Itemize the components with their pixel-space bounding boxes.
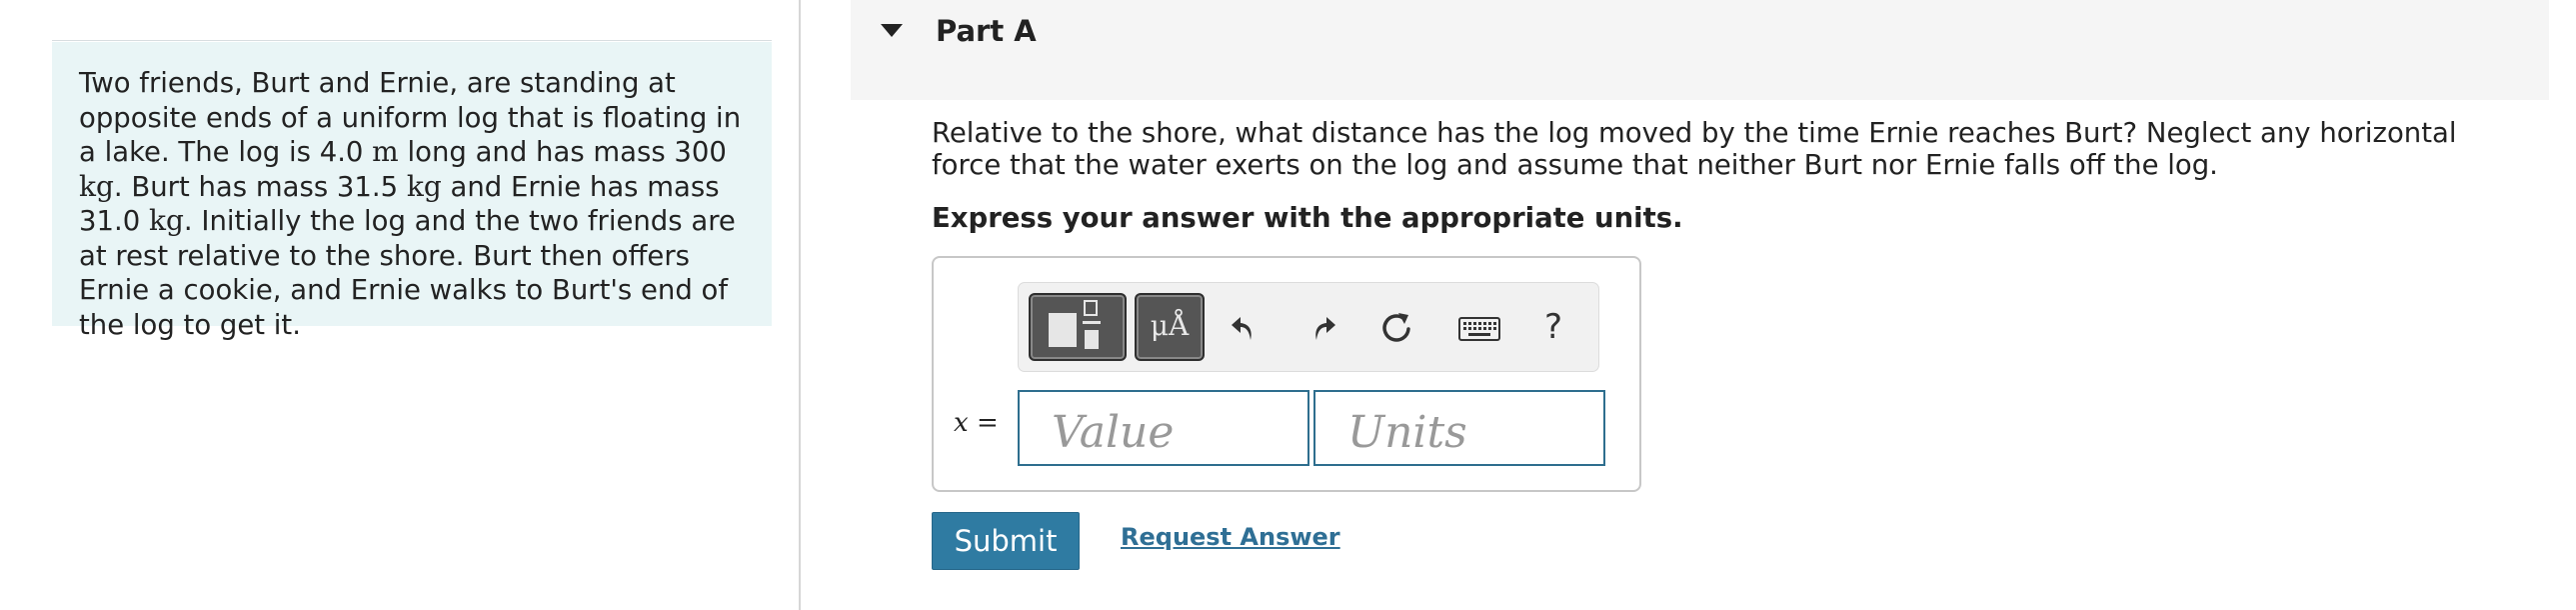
reset-button[interactable] <box>1368 293 1422 361</box>
units-input[interactable] <box>1313 390 1605 466</box>
units-button[interactable]: μÅ <box>1135 293 1205 361</box>
help-button[interactable]: ? <box>1526 293 1580 361</box>
redo-button[interactable] <box>1294 293 1348 361</box>
problem-text-2: long and has mass 300 <box>398 136 727 168</box>
templates-button[interactable] <box>1029 293 1127 361</box>
problem-top-rule <box>52 40 772 41</box>
keyboard-icon <box>1458 317 1500 341</box>
question-text: Relative to the shore, what distance has… <box>932 117 2457 181</box>
units-icon: μÅ <box>1150 309 1190 342</box>
undo-icon <box>1232 317 1252 340</box>
request-answer-link[interactable]: Request Answer <box>1121 523 1340 551</box>
answer-variable-label: x = <box>954 408 999 438</box>
problem-statement: Two friends, Burt and Ernie, are standin… <box>52 42 772 341</box>
unit-meters: m <box>372 135 399 168</box>
equals-sign: = <box>976 408 999 438</box>
variable-x: x <box>954 408 969 438</box>
undo-button[interactable] <box>1219 293 1273 361</box>
answer-instruction: Express your answer with the appropriate… <box>932 202 1683 234</box>
unit-kilograms: kg <box>79 169 114 203</box>
part-title: Part A <box>936 14 1037 48</box>
problem-panel: Two friends, Burt and Ernie, are standin… <box>0 0 800 610</box>
redo-icon <box>1315 317 1335 340</box>
keyboard-button[interactable] <box>1446 293 1516 361</box>
unit-kilograms: kg <box>148 204 184 237</box>
value-input[interactable] <box>1018 390 1309 466</box>
help-icon: ? <box>1543 307 1563 347</box>
panel-divider <box>799 0 801 610</box>
math-toolbar: μÅ ? <box>1018 282 1599 372</box>
unit-kilograms: kg <box>406 169 442 203</box>
caret-down-icon[interactable] <box>881 24 903 37</box>
part-header[interactable]: Part A <box>851 0 2549 100</box>
submit-button[interactable]: Submit <box>932 512 1080 570</box>
problem-text-3: . Burt has mass 31.5 <box>113 170 407 203</box>
templates-icon <box>1049 300 1101 349</box>
reset-icon <box>1382 313 1410 342</box>
answer-box: μÅ ? x = Value Units <box>932 256 1641 492</box>
